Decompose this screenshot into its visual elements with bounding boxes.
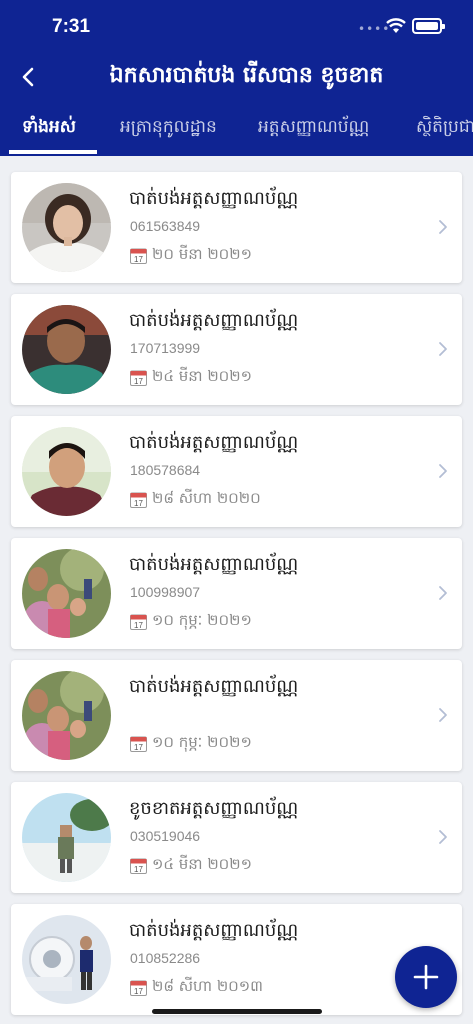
item-phone: 030519046 — [130, 828, 201, 844]
tab-all[interactable]: ទាំងអស់ — [22, 116, 76, 141]
back-button[interactable] — [14, 60, 44, 94]
list-item[interactable]: បាត់បង់អត្តសញ្ញាណប័ណ្ណ 17 ១០ កុម្ភៈ ២០២១ — [11, 660, 462, 771]
chevron-right-icon — [437, 584, 449, 602]
calendar-icon: 17 — [130, 613, 147, 630]
item-phone: 010852286 — [130, 950, 201, 966]
battery-icon — [412, 18, 445, 34]
home-indicator — [152, 1009, 322, 1014]
calendar-icon: 17 — [130, 857, 147, 874]
app-header: 7:31 •••• ឯកសារបាត់បង រើសបាន ខូចខាត ទាំង… — [0, 0, 473, 156]
avatar — [22, 915, 111, 1004]
calendar-icon: 17 — [130, 247, 147, 264]
item-category: បាត់បង់អត្តសញ្ញាណប័ណ្ណ — [129, 920, 299, 941]
plus-icon — [413, 964, 439, 990]
chevron-right-icon — [437, 706, 449, 724]
calendar-icon: 17 — [130, 491, 147, 508]
item-category: បាត់បង់អត្តសញ្ញាណប័ណ្ណ — [129, 310, 299, 331]
item-date: ២០ មីនា ២០២១ — [152, 245, 252, 263]
svg-text:17: 17 — [134, 865, 143, 874]
status-time: 7:31 — [52, 16, 91, 37]
tab-civil-registration[interactable]: អត្រានុកូលដ្ឋាន — [120, 116, 217, 141]
item-phone: 100998907 — [130, 584, 201, 600]
list-item[interactable]: បាត់បង់អត្តសញ្ញាណប័ណ្ណ 170713999 17 ២៤ ម… — [11, 294, 462, 405]
wifi-icon — [386, 18, 406, 34]
avatar — [22, 183, 111, 272]
item-date: ២៨ សីហា ២០២០ — [152, 489, 261, 507]
status-bar: 7:31 •••• — [0, 0, 473, 54]
avatar — [22, 427, 111, 516]
avatar — [22, 305, 111, 394]
tab-bar: ទាំងអស់ អត្រានុកូលដ្ឋាន អត្តសញ្ញាណប័ណ្ណ … — [0, 100, 473, 156]
tab-active-indicator — [9, 150, 97, 154]
tab-id-card[interactable]: អត្តសញ្ញាណប័ណ្ណ — [258, 116, 369, 141]
document-list: បាត់បង់អត្តសញ្ញាណប័ណ្ណ 061563849 17 ២០ ម… — [0, 156, 473, 1024]
svg-text:17: 17 — [134, 499, 143, 508]
list-item[interactable]: បាត់បង់អត្តសញ្ញាណប័ណ្ណ 100998907 17 ១០ ក… — [11, 538, 462, 649]
avatar — [22, 549, 111, 638]
chevron-right-icon — [437, 828, 449, 846]
list-item[interactable]: បាត់បង់អត្តសញ្ញាណប័ណ្ណ 061563849 17 ២០ ម… — [11, 172, 462, 283]
svg-text:17: 17 — [134, 621, 143, 630]
item-date: ១០ កុម្ភៈ ២០២១ — [152, 733, 252, 751]
item-date: ១៤ មីនា ២០២១ — [152, 855, 252, 873]
add-button[interactable] — [395, 946, 457, 1008]
svg-text:17: 17 — [134, 377, 143, 386]
item-date: ២៤ មីនា ២០២១ — [152, 367, 252, 385]
item-category: ខូចខាតអត្តសញ្ញាណប័ណ្ណ — [129, 798, 299, 819]
avatar — [22, 671, 111, 760]
list-item[interactable]: បាត់បង់អត្តសញ្ញាណប័ណ្ណ 180578684 17 ២៨ ស… — [11, 416, 462, 527]
item-category: បាត់បង់អត្តសញ្ញាណប័ណ្ណ — [129, 432, 299, 453]
item-category: បាត់បង់អត្តសញ្ញាណប័ណ្ណ — [129, 554, 299, 575]
list-item[interactable]: ខូចខាតអត្តសញ្ញាណប័ណ្ណ 030519046 17 ១៤ មី… — [11, 782, 462, 893]
chevron-right-icon — [437, 462, 449, 480]
tab-statistics[interactable]: ស្ថិតិប្រជា — [416, 116, 473, 141]
calendar-icon: 17 — [130, 369, 147, 386]
calendar-icon: 17 — [130, 979, 147, 996]
calendar-icon: 17 — [130, 735, 147, 752]
avatar — [22, 793, 111, 882]
chevron-right-icon — [437, 340, 449, 358]
svg-text:17: 17 — [134, 255, 143, 264]
item-category: បាត់បង់អត្តសញ្ញាណប័ណ្ណ — [129, 188, 299, 209]
chevron-left-icon — [22, 67, 34, 87]
item-phone: 180578684 — [130, 462, 201, 478]
page-title: ឯកសារបាត់បង រើសបាន ខូចខាត — [109, 63, 384, 88]
item-date: ១០ កុម្ភៈ ២០២១ — [152, 611, 252, 629]
item-category: បាត់បង់អត្តសញ្ញាណប័ណ្ណ — [129, 676, 299, 697]
item-phone: 061563849 — [130, 218, 201, 234]
chevron-right-icon — [437, 218, 449, 236]
svg-text:17: 17 — [134, 743, 143, 752]
svg-text:17: 17 — [134, 987, 143, 996]
item-phone: 170713999 — [130, 340, 201, 356]
item-date: ២៨ សីហា ២០១៣ — [152, 977, 263, 995]
nav-bar: ឯកសារបាត់បង រើសបាន ខូចខាត — [0, 54, 473, 100]
